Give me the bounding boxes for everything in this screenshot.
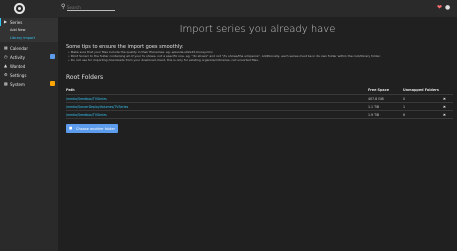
sidebar-item-label: Series: [10, 20, 23, 25]
sidebar-item-label: Library Import: [10, 36, 35, 40]
sidebar-item-activity[interactable]: ◷ Activity: [0, 53, 58, 61]
warning-icon: ▲: [4, 63, 8, 68]
search-icon: ⚲: [61, 3, 66, 10]
sidebar: ▶ Series Add New Library Import ▦ Calend…: [0, 17, 58, 251]
user-icon[interactable]: ●: [445, 4, 450, 11]
unmapped-count: 6: [403, 113, 406, 117]
laptop-icon: ▩: [4, 81, 8, 86]
unmapped-count: 0: [403, 97, 406, 101]
sidebar-item-label: Add New: [10, 28, 26, 32]
sidebar-item-wanted[interactable]: ▲ Wanted: [0, 62, 58, 70]
logo-icon[interactable]: [14, 3, 25, 14]
delete-icon[interactable]: ✖: [443, 105, 446, 109]
clock-icon: ◷: [4, 54, 8, 59]
sidebar-item-label: Settings: [10, 73, 27, 78]
sidebar-item-library-import[interactable]: Library Import: [0, 34, 58, 42]
table-divider: [66, 118, 453, 119]
sidebar-item-label: Calendar: [10, 46, 28, 51]
root-folder-path-link[interactable]: /media/Seedbox/TVSeries: [66, 113, 107, 117]
free-space: 1.9 TiB: [368, 113, 380, 117]
table-divider: [66, 94, 453, 95]
sidebar-item-label: Wanted: [10, 64, 26, 69]
delete-icon[interactable]: ✖: [443, 97, 446, 101]
page-title: Import series you already have: [179, 24, 336, 35]
column-header-path: Path: [66, 88, 75, 92]
column-header-unmapped-folders: Unmapped Folders: [403, 88, 439, 92]
play-icon: ▶: [4, 19, 8, 24]
top-bar: ⚲ ❤ ●: [0, 0, 457, 17]
search-input[interactable]: [67, 4, 115, 11]
column-header-free-space: Free Space: [368, 88, 390, 92]
sidebar-item-add-new[interactable]: Add New: [0, 26, 58, 34]
unmapped-count: 1: [403, 105, 406, 109]
system-badge: [50, 81, 55, 86]
active-indicator: [0, 18, 1, 26]
table-divider: [66, 110, 453, 111]
gear-icon: ⚙: [4, 72, 8, 77]
root-folders-heading: Root Folders: [66, 74, 104, 81]
activity-badge: [50, 54, 55, 59]
choose-another-folder-button[interactable]: ■ Choose another folder: [66, 124, 118, 133]
free-space: 1.1 TiB: [368, 105, 380, 109]
tip-item: • Do not use for importing downloads fro…: [68, 58, 259, 62]
sidebar-item-system[interactable]: ▩ System: [0, 80, 58, 88]
free-space: 407.8 GiB: [368, 97, 384, 101]
sidebar-item-series[interactable]: ▶ Series: [0, 18, 58, 26]
table-divider: [66, 102, 453, 103]
sidebar-item-label: System: [10, 82, 25, 87]
heart-icon[interactable]: ❤: [437, 4, 442, 11]
folder-icon: ■: [69, 126, 73, 130]
sidebar-item-settings[interactable]: ⚙ Settings: [0, 71, 58, 79]
calendar-icon: ▦: [4, 45, 8, 50]
sidebar-item-label: Activity: [10, 55, 25, 60]
root-folder-path-link[interactable]: /media/Seedbox/TVSeries: [66, 97, 107, 101]
sidebar-item-calendar[interactable]: ▦ Calendar: [0, 44, 58, 52]
delete-icon[interactable]: ✖: [443, 113, 446, 117]
root-folder-path-link[interactable]: /media/SonarrDeployVolumes/TVSeries: [66, 105, 128, 109]
